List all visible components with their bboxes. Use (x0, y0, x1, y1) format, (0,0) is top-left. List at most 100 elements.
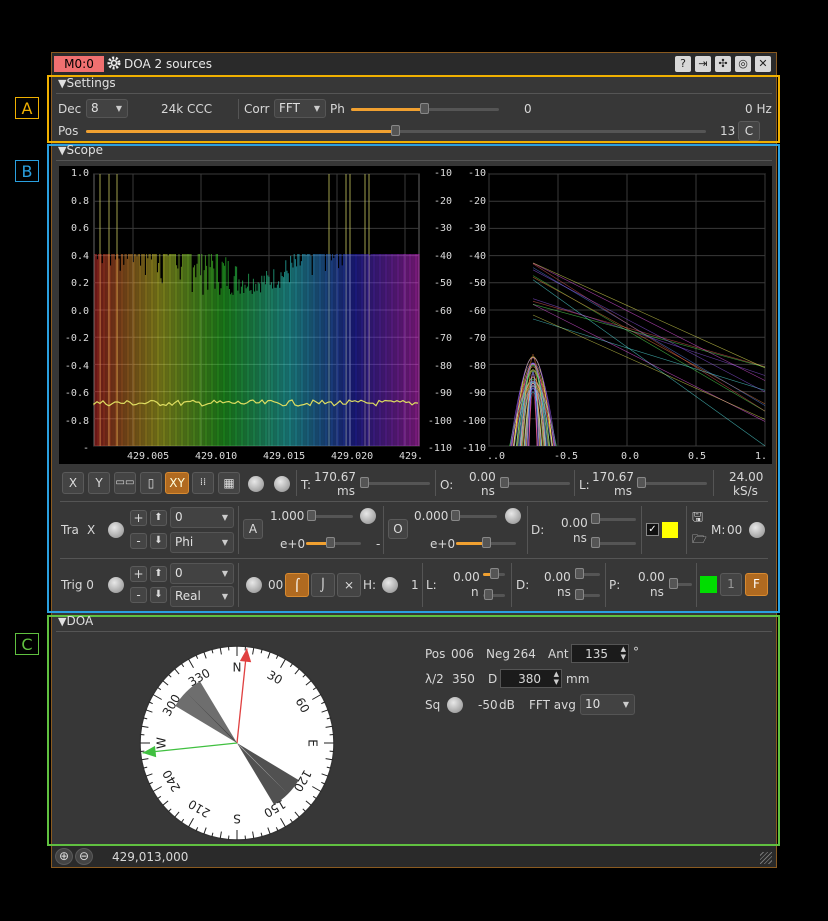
ph-slider-handle[interactable] (420, 103, 429, 114)
fft-avg-select[interactable]: 10 ▼ (580, 694, 635, 715)
tick-label: 1.0 (70, 168, 89, 179)
add-icon[interactable]: ⊕ (55, 848, 73, 865)
save-icon[interactable]: 🖫 (692, 510, 707, 525)
length-slider-handle[interactable] (637, 477, 646, 488)
distance-input[interactable]: 380 ▲ ▼ (500, 669, 562, 688)
offset-exp-handle[interactable] (482, 537, 491, 548)
stacked-icon[interactable]: ▯ (140, 472, 162, 494)
chevron-down-icon: ▼ (115, 104, 122, 113)
offset-slider-handle[interactable] (500, 477, 509, 488)
pos-slider-fill (86, 130, 396, 133)
arrow-up-icon[interactable]: ⬆ (150, 510, 167, 526)
grid-icon[interactable]: ▦ (218, 472, 240, 494)
load-icon[interactable]: 🗁 (692, 532, 707, 547)
pos-center-button[interactable]: C (738, 121, 760, 141)
holdoff-knob[interactable] (382, 577, 398, 593)
amp-exp-handle[interactable] (326, 537, 335, 548)
trace-visible-checkbox[interactable]: ✓ (646, 523, 659, 536)
pos-slider-handle[interactable] (391, 125, 400, 136)
amp-knob[interactable] (360, 508, 376, 524)
amp-slider-handle[interactable] (307, 510, 316, 521)
trace-delay-handle[interactable] (591, 513, 600, 524)
both-edges-icon[interactable]: ⨯ (337, 573, 361, 597)
side-by-side-icon[interactable]: ▭▭ (114, 472, 136, 494)
scope-graphics[interactable] (59, 166, 772, 464)
trigger-color-swatch[interactable] (700, 576, 717, 593)
rising-edge-icon[interactable]: ⌠ (285, 573, 309, 597)
trigger-delay-handle[interactable] (575, 568, 584, 579)
trigger-remove-button[interactable]: - (130, 587, 147, 603)
trace-offset-handle[interactable] (451, 510, 460, 521)
trigger-index-select[interactable]: 0 ▼ (170, 563, 234, 584)
dec-select[interactable]: 8 ▼ (86, 99, 128, 118)
hide-icon[interactable]: ◎ (735, 56, 751, 72)
one-shot-button[interactable]: 1 (720, 573, 742, 596)
offset-button[interactable]: O (388, 519, 408, 539)
squelch-knob[interactable] (447, 697, 463, 713)
trace-color-swatch[interactable] (662, 522, 678, 538)
scope-header[interactable]: ▼Scope (58, 143, 103, 157)
settings-header[interactable]: ▼Settings (58, 76, 116, 90)
export-icon[interactable]: ⇥ (695, 56, 711, 72)
pos-value: 13 (720, 124, 736, 138)
antenna-label: Ant (548, 647, 569, 661)
offset-slider[interactable] (500, 482, 570, 485)
length-unit: ms (614, 484, 632, 498)
arrow-up-icon[interactable]: ⬆ (150, 566, 167, 582)
remove-icon[interactable]: ⊖ (75, 848, 93, 865)
corr-select[interactable]: FFT ▼ (274, 99, 326, 118)
gear-icon[interactable] (106, 55, 122, 71)
time-slider[interactable] (360, 482, 430, 485)
trigger-projection-select[interactable]: Real ▼ (170, 586, 234, 607)
help-icon[interactable]: ? (675, 56, 691, 72)
amp-button[interactable]: A (243, 519, 263, 539)
grid-dots-icon[interactable]: ⁞⁞ (192, 472, 214, 494)
corr-label: Corr (244, 102, 270, 116)
chevron-down-icon: ▼ (622, 700, 629, 709)
trace-projection-select[interactable]: Phi ▼ (170, 532, 234, 553)
x-mode-button[interactable]: X (62, 472, 84, 494)
device-badge[interactable]: M0:0 (54, 56, 104, 72)
trigger-label: Trig 0 (61, 578, 94, 592)
maximize-icon[interactable]: ✣ (715, 56, 731, 72)
trigger-knob[interactable] (108, 577, 124, 593)
pre-trigger-handle[interactable] (669, 578, 678, 589)
level-slider-handle[interactable] (490, 568, 499, 579)
tick-label: -40 (467, 250, 486, 262)
level-fine-handle[interactable] (484, 589, 493, 600)
xy-mode-button[interactable]: XY (165, 472, 189, 494)
tick-label: -110 (427, 443, 452, 454)
falling-edge-icon[interactable]: ⌡ (311, 573, 335, 597)
close-icon[interactable]: ✕ (755, 56, 771, 72)
freeze-button[interactable]: F (745, 573, 768, 596)
trace-remove-button[interactable]: - (130, 533, 147, 549)
arrow-down-icon[interactable]: ⬇ (150, 533, 167, 549)
arrow-down-icon[interactable]: ⬇ (150, 587, 167, 603)
doa-header[interactable]: ▼DOA (58, 614, 93, 628)
trigger-count-knob[interactable] (246, 577, 262, 593)
trace-add-button[interactable]: + (130, 510, 147, 526)
spin-arrows-icon[interactable]: ▲ ▼ (554, 670, 559, 686)
trigger-delay-fine-handle[interactable] (575, 589, 584, 600)
length-slider[interactable] (637, 482, 707, 485)
trace-index-select[interactable]: 0 ▼ (170, 507, 234, 528)
tick-label: -30 (433, 223, 452, 234)
chevron-down-icon: ▼ (221, 513, 228, 522)
y-mode-button[interactable]: Y (88, 472, 110, 494)
offset-knob[interactable] (505, 508, 521, 524)
antenna-input[interactable]: 135 ▲ ▼ (571, 644, 629, 663)
trace-delay-fine-handle[interactable] (591, 537, 600, 548)
memory-knob[interactable] (749, 522, 765, 538)
tick-label: 0.0 (70, 305, 89, 317)
grid-intensity-knob[interactable] (274, 476, 290, 492)
divider (527, 506, 528, 554)
spin-arrows-icon[interactable]: ▲ ▼ (621, 645, 626, 661)
doa-separator (56, 631, 772, 632)
doa-neg-value: 264 (513, 647, 536, 661)
trigger-index-value: 0 (175, 566, 183, 580)
trigger-add-button[interactable]: + (130, 566, 147, 582)
trace-knob[interactable] (108, 522, 124, 538)
time-slider-handle[interactable] (360, 477, 369, 488)
intensity-knob[interactable] (248, 476, 264, 492)
resize-grip-icon[interactable] (760, 852, 772, 864)
